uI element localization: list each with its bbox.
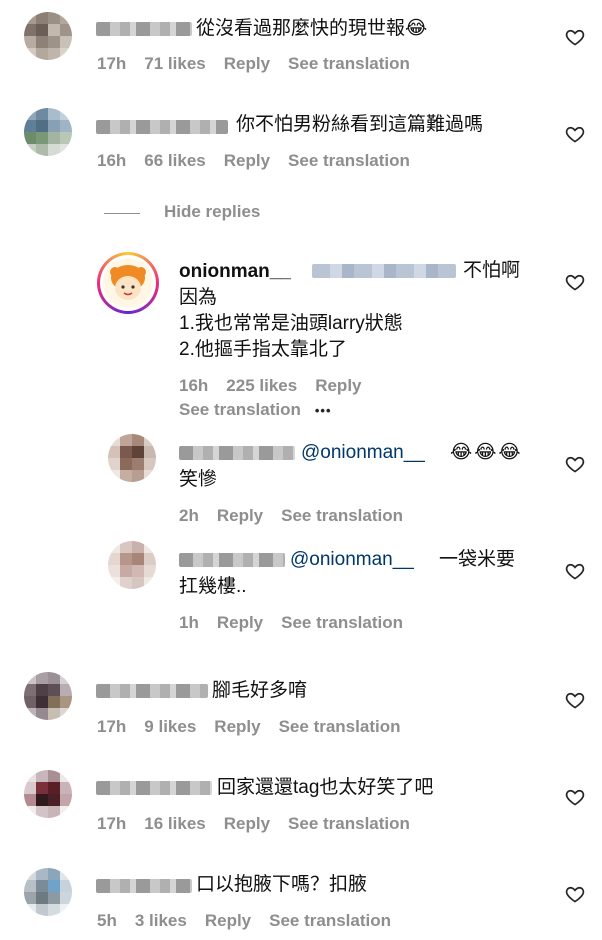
- comment-text: 口以抱腋下嗎？扣腋: [196, 874, 368, 895]
- reply-button[interactable]: Reply: [217, 506, 263, 525]
- reply-text: 一袋米要: [439, 549, 516, 570]
- commenter-avatar[interactable]: [108, 434, 156, 482]
- see-translation-button[interactable]: See translation: [179, 400, 301, 419]
- reply-button[interactable]: Reply: [315, 376, 361, 395]
- like-heart-icon[interactable]: [565, 272, 585, 292]
- comment-likes[interactable]: 16 likes: [144, 814, 205, 833]
- blurred-username[interactable]: [96, 879, 192, 893]
- commenter-avatar[interactable]: [24, 770, 72, 818]
- comment-text: 從沒看過那麼快的現世報😂: [196, 18, 428, 39]
- hide-replies-button[interactable]: Hide replies: [164, 202, 260, 222]
- comment-likes[interactable]: 71 likes: [144, 54, 205, 73]
- commenter-avatar[interactable]: [24, 108, 72, 156]
- comment-likes[interactable]: 66 likes: [144, 151, 205, 170]
- like-heart-icon[interactable]: [565, 787, 585, 807]
- reply-text: 笑慘: [179, 469, 218, 490]
- onionman-avatar[interactable]: [103, 258, 153, 308]
- blurred-username[interactable]: [96, 781, 212, 795]
- comment-meta-line2: See translation •••: [179, 400, 350, 420]
- comment-text: 回家還還tag也太好笑了吧: [217, 777, 434, 798]
- reply-emoji: 😂😂😂: [450, 442, 523, 463]
- comment-meta: 16h 66 likes Reply See translation: [97, 151, 428, 171]
- comment-likes[interactable]: 225 likes: [226, 376, 297, 395]
- comment-time: 17h: [97, 814, 127, 833]
- blurred-username[interactable]: [179, 446, 295, 460]
- see-translation-button[interactable]: See translation: [288, 151, 410, 170]
- comment-text: 腳毛好多唷: [212, 680, 308, 701]
- owner-reply-line2: 因為: [179, 287, 218, 308]
- like-heart-icon[interactable]: [565, 454, 585, 474]
- comment-time: 2h: [179, 506, 199, 525]
- see-translation-button[interactable]: See translation: [288, 814, 410, 833]
- like-heart-icon[interactable]: [565, 27, 585, 47]
- reply-button[interactable]: Reply: [224, 814, 270, 833]
- commenter-avatar[interactable]: [24, 12, 72, 60]
- comment-likes[interactable]: 9 likes: [144, 717, 196, 736]
- mention-link[interactable]: @onionman__: [301, 440, 425, 466]
- commenter-avatar[interactable]: [24, 868, 72, 916]
- blurred-username[interactable]: [96, 120, 228, 134]
- blurred-username[interactable]: [96, 684, 208, 698]
- commenter-avatar[interactable]: [108, 541, 156, 589]
- reply-button[interactable]: Reply: [224, 151, 270, 170]
- comment-time: 1h: [179, 613, 199, 632]
- comment-likes[interactable]: 3 likes: [135, 911, 187, 930]
- comment-meta: 17h 9 likes Reply See translation: [97, 717, 418, 737]
- more-dots-icon[interactable]: •••: [315, 403, 332, 418]
- see-translation-button[interactable]: See translation: [279, 717, 401, 736]
- reply-button[interactable]: Reply: [224, 54, 270, 73]
- comment-meta: 17h 16 likes Reply See translation: [97, 814, 428, 834]
- reply-button[interactable]: Reply: [217, 613, 263, 632]
- comment-time: 16h: [179, 376, 209, 395]
- commenter-avatar[interactable]: [24, 672, 72, 720]
- mention-link[interactable]: @onionman__: [290, 547, 414, 573]
- comment-meta: 1h Reply See translation: [179, 613, 421, 633]
- reply-text-line2: 扛幾樓..: [179, 576, 247, 597]
- like-heart-icon[interactable]: [565, 884, 585, 904]
- comment-time: 17h: [97, 717, 127, 736]
- like-heart-icon[interactable]: [565, 690, 585, 710]
- comment-meta: 16h 225 likes Reply: [179, 376, 380, 396]
- owner-username[interactable]: onionman__: [179, 259, 291, 285]
- comment-time: 5h: [97, 911, 117, 930]
- comment-meta: 17h 71 likes Reply See translation: [97, 54, 428, 74]
- comment-meta: 5h 3 likes Reply See translation: [97, 911, 409, 931]
- comment-text: 你不怕男粉絲看到這篇難過嗎: [236, 114, 484, 135]
- blurred-mention[interactable]: [312, 264, 456, 278]
- comment-meta: 2h Reply See translation: [179, 506, 421, 526]
- comment-time: 16h: [97, 151, 127, 170]
- like-heart-icon[interactable]: [565, 561, 585, 581]
- see-translation-button[interactable]: See translation: [281, 613, 403, 632]
- see-translation-button[interactable]: See translation: [269, 911, 391, 930]
- see-translation-button[interactable]: See translation: [281, 506, 403, 525]
- blurred-username[interactable]: [179, 553, 285, 567]
- see-translation-button[interactable]: See translation: [288, 54, 410, 73]
- owner-reply-line4: 2.他摳手指太靠北了: [179, 339, 347, 360]
- hide-replies-line: [104, 213, 140, 214]
- comment-time: 17h: [97, 54, 127, 73]
- reply-button[interactable]: Reply: [205, 911, 251, 930]
- like-heart-icon[interactable]: [565, 124, 585, 144]
- reply-button[interactable]: Reply: [214, 717, 260, 736]
- owner-reply-text: 不怕啊: [463, 260, 521, 281]
- blurred-username[interactable]: [96, 22, 192, 36]
- owner-reply-line3: 1.我也常常是油頭larry狀態: [179, 313, 403, 334]
